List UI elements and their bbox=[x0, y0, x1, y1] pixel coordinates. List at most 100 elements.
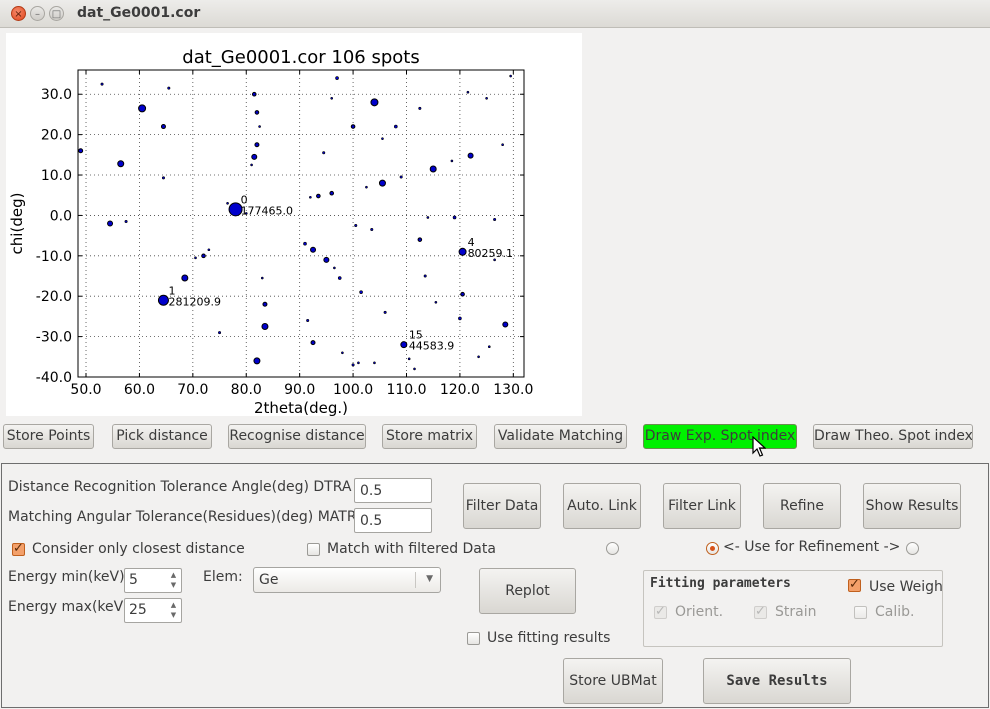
maximize-icon[interactable]: □ bbox=[49, 6, 64, 21]
data-point bbox=[309, 195, 312, 199]
data-point bbox=[306, 318, 310, 322]
elem-combobox[interactable]: Ge ▼ bbox=[253, 567, 441, 593]
matching-parameters-panel: Distance Recognition Tolerance Angle(deg… bbox=[1, 463, 989, 708]
orient-label: Orient. bbox=[675, 604, 724, 620]
spot-intensity-label: 177465.0 bbox=[241, 204, 293, 217]
data-point bbox=[322, 151, 326, 155]
elem-label: Elem: bbox=[203, 569, 243, 585]
data-point bbox=[502, 321, 509, 328]
closest-distance-checkbox[interactable] bbox=[12, 541, 25, 556]
filtered-data-checkbox[interactable] bbox=[307, 543, 320, 556]
spot-intensity-label: 44583.9 bbox=[409, 340, 455, 353]
data-point bbox=[330, 96, 334, 100]
data-point bbox=[418, 106, 422, 110]
spin-arrows-icon[interactable]: ▲ ▼ bbox=[167, 570, 180, 591]
minimize-icon[interactable]: – bbox=[30, 6, 45, 21]
refinement-radio-left[interactable] bbox=[606, 542, 619, 555]
data-point bbox=[399, 175, 403, 179]
orient-checkbox[interactable] bbox=[654, 604, 667, 619]
filter-data-button[interactable]: Filter Data bbox=[463, 483, 541, 529]
data-point bbox=[378, 179, 386, 187]
x-tick-label: 50.0 bbox=[70, 382, 101, 398]
store-matrix-button[interactable]: Store matrix bbox=[382, 424, 477, 449]
plot-canvas[interactable]: 50.0 60.0 70.0 80.0 90.0 100.0 110.0 120.0 130.0… bbox=[6, 33, 582, 416]
replot-button[interactable]: Replot bbox=[479, 568, 576, 614]
data-point bbox=[501, 143, 504, 147]
data-point bbox=[467, 152, 474, 159]
x-tick-label: 60.0 bbox=[124, 382, 155, 398]
spin-arrows-icon[interactable]: ▲ ▼ bbox=[167, 600, 180, 621]
data-point bbox=[429, 165, 437, 173]
save-results-button[interactable]: Save Results bbox=[703, 658, 851, 704]
use-for-refinement-label: <- Use for Refinement -> bbox=[723, 539, 901, 555]
window-title: dat_Ge0001.cor bbox=[77, 5, 201, 21]
use-weights-checkbox[interactable] bbox=[848, 577, 861, 592]
data-point bbox=[254, 142, 260, 148]
data-point bbox=[357, 361, 360, 365]
data-point bbox=[351, 363, 355, 367]
y-axis-label: chi(deg) bbox=[8, 193, 26, 255]
matr-input[interactable] bbox=[354, 508, 432, 533]
data-point bbox=[394, 124, 398, 129]
refinement-radio-middle[interactable] bbox=[706, 542, 719, 555]
chevron-down-icon[interactable]: ▼ bbox=[426, 574, 433, 584]
data-point bbox=[157, 294, 169, 306]
auto-link-button[interactable]: Auto. Link bbox=[563, 483, 641, 529]
data-point bbox=[251, 153, 258, 160]
data-point bbox=[359, 290, 363, 294]
data-point bbox=[250, 163, 253, 167]
x-tick-label: 90.0 bbox=[284, 382, 315, 398]
energy-max-spinbox[interactable]: 25 ▲ ▼ bbox=[124, 598, 182, 623]
y-tick-label: -10.0 bbox=[36, 249, 72, 265]
use-fitting-results-label: Use fitting results bbox=[487, 630, 611, 646]
data-point bbox=[201, 253, 206, 259]
filtered-data-label: Match with filtered Data bbox=[327, 541, 496, 557]
data-point bbox=[310, 340, 316, 346]
data-point bbox=[218, 331, 222, 335]
data-point bbox=[253, 357, 261, 365]
calib-checkbox[interactable] bbox=[854, 606, 867, 619]
use-fitting-results-checkbox[interactable] bbox=[467, 632, 480, 645]
data-point bbox=[138, 104, 147, 113]
pick-distance-button[interactable]: Pick distance bbox=[112, 424, 212, 449]
data-point bbox=[407, 357, 411, 361]
refine-button[interactable]: Refine bbox=[763, 483, 841, 529]
x-tick-label: 110.0 bbox=[386, 382, 426, 398]
recognise-distance-button[interactable]: Recognise distance bbox=[228, 424, 366, 449]
data-point bbox=[477, 355, 480, 359]
close-icon[interactable]: × bbox=[11, 6, 26, 21]
dtra-input[interactable] bbox=[354, 478, 432, 503]
data-point bbox=[124, 219, 128, 223]
show-results-button[interactable]: Show Results bbox=[863, 483, 961, 529]
data-point bbox=[167, 86, 171, 90]
y-tick-label: -30.0 bbox=[36, 330, 72, 346]
refinement-radio-right[interactable] bbox=[906, 542, 919, 555]
strain-checkbox[interactable] bbox=[754, 604, 767, 619]
filter-link-button[interactable]: Filter Link bbox=[663, 483, 741, 529]
energy-max-label: Energy max(keV): bbox=[8, 599, 134, 615]
store-ubmat-button[interactable]: Store UBMat bbox=[563, 658, 663, 704]
x-tick-label: 80.0 bbox=[231, 382, 262, 398]
data-point bbox=[316, 193, 321, 199]
draw-exp-spot-index-button[interactable]: Draw Exp. Spot index bbox=[643, 424, 797, 449]
spot-intensity-label: 281209.9 bbox=[168, 295, 221, 308]
data-point bbox=[350, 124, 356, 129]
x-axis-label: 2theta(deg.) bbox=[254, 399, 348, 416]
data-point bbox=[261, 323, 269, 331]
scatter-plot[interactable]: 50.0 60.0 70.0 80.0 90.0 100.0 110.0 120.0 130.0… bbox=[6, 33, 582, 416]
store-points-button[interactable]: Store Points bbox=[3, 424, 94, 449]
fitting-parameters-title: Fitting parameters bbox=[650, 576, 791, 591]
data-point bbox=[509, 74, 512, 78]
energy-max-value: 25 bbox=[129, 602, 147, 618]
validate-matching-button[interactable]: Validate Matching bbox=[494, 424, 627, 449]
y-tick-label: -20.0 bbox=[36, 289, 72, 305]
dtra-label: Distance Recognition Tolerance Angle(deg… bbox=[8, 479, 352, 495]
y-tick-label: 30.0 bbox=[41, 87, 72, 103]
data-point bbox=[452, 215, 457, 220]
closest-distance-label: Consider only closest distance bbox=[32, 541, 245, 557]
draw-theo-spot-index-button[interactable]: Draw Theo. Spot index bbox=[813, 424, 973, 449]
data-point bbox=[323, 256, 330, 263]
energy-min-spinbox[interactable]: 5 ▲ ▼ bbox=[124, 568, 182, 593]
y-tick-label: 0.0 bbox=[50, 208, 72, 224]
data-point bbox=[107, 220, 114, 227]
